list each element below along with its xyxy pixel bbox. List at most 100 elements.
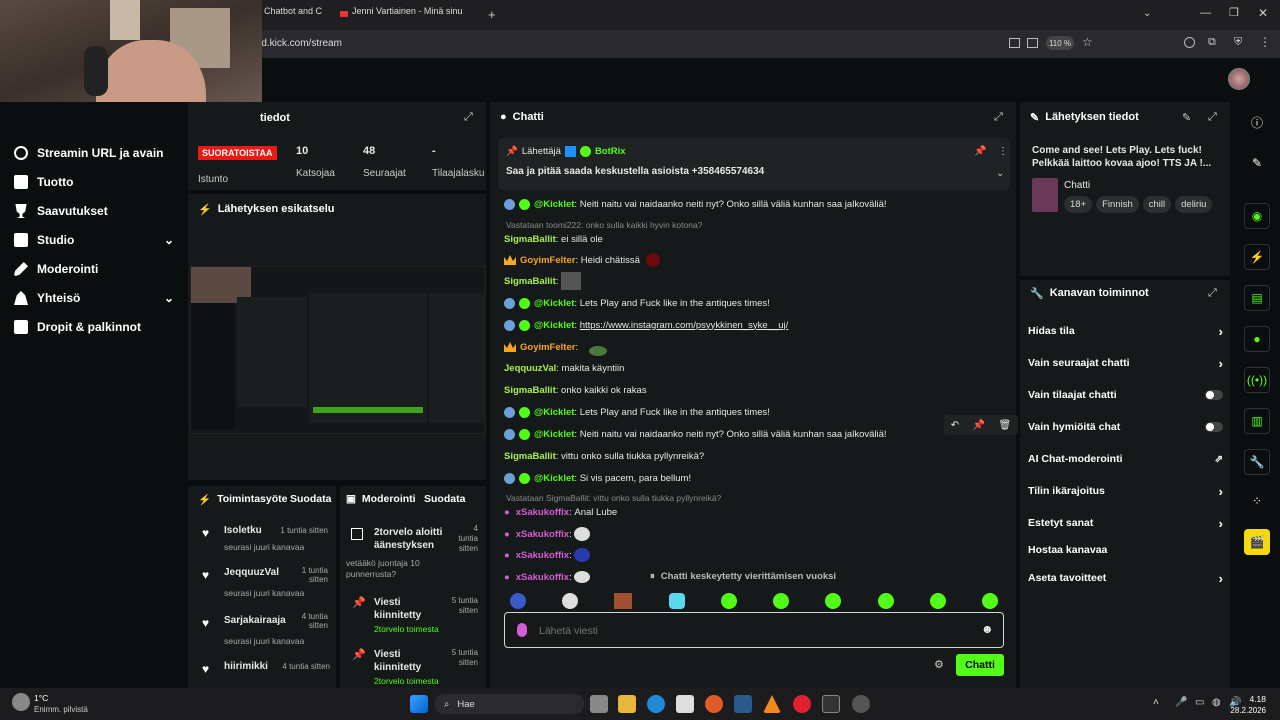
nav-saavutukset[interactable]: Saavutukset (14, 200, 108, 222)
action-blocked-words[interactable]: Estetyt sanat › (1028, 512, 1223, 534)
chat-user[interactable]: @Kicklet (534, 298, 574, 309)
obs-icon[interactable] (852, 695, 870, 713)
chat-message[interactable]: @Kicklet: Lets Play and Fuck like in the… (504, 403, 770, 421)
minimize-icon[interactable]: — (1200, 7, 1211, 19)
emote-icon[interactable] (981, 593, 998, 609)
chat-message[interactable]: ● xSakukoffix: Anal Lube (504, 503, 617, 521)
bookmark-star-icon[interactable]: ☆ (1082, 35, 1093, 49)
chat-user[interactable]: SigmaBallit (504, 234, 556, 245)
popout-icon[interactable]: ⤢ (464, 111, 473, 124)
extensions-icon[interactable]: ⧉ (1208, 36, 1216, 49)
layout-icon[interactable]: ▥ (1244, 408, 1270, 434)
steam-icon[interactable] (734, 695, 752, 713)
more-icon[interactable]: ⋮ (482, 493, 486, 504)
reader-icon[interactable] (1027, 38, 1038, 48)
chat-user[interactable]: @Kicklet (534, 407, 574, 418)
activity-item[interactable]: ♥ Isoletku 1 tuntia sitten seurasi juuri… (198, 522, 332, 568)
category-label[interactable]: Chatti (1064, 180, 1090, 191)
unpin-icon[interactable]: 📌 (974, 146, 986, 157)
chat-message[interactable]: @Kicklet: Si vis pacem, para bellum! (504, 469, 691, 487)
camera-icon[interactable]: ◉ (1244, 203, 1270, 229)
pinned-user[interactable]: BotRix (595, 146, 626, 157)
mic-icon[interactable] (517, 623, 527, 637)
tray-network-icon[interactable]: ◍ (1212, 697, 1221, 708)
popout-icon[interactable]: ⤢ (1208, 111, 1217, 124)
new-tab-button[interactable]: + (488, 7, 496, 22)
chat-user[interactable]: xSakukoffix (516, 507, 569, 518)
chat-user[interactable]: @Kicklet (534, 320, 574, 331)
chat-message[interactable]: GoyimFelter: Heidi chätissä (504, 251, 660, 269)
close-icon[interactable]: ✕ (1258, 6, 1268, 20)
activity-user[interactable]: Sarjakairaaja (224, 615, 286, 626)
emote-icon[interactable] (720, 593, 737, 609)
activity-item[interactable]: ♥ Sarjakairaaja 4 tuntia sitten seurasi … (198, 612, 332, 660)
chat-user[interactable]: xSakukoffix (516, 572, 569, 583)
action-slow-mode[interactable]: Hidas tila › (1028, 320, 1223, 342)
stream-preview-video[interactable] (190, 266, 486, 434)
chat-message[interactable]: SigmaBallit: (504, 272, 582, 290)
chat-user[interactable]: @Kicklet (534, 429, 574, 440)
moderation-item[interactable]: 📌 Viesti kiinnitetty 5 tuntia sitten 2to… (340, 646, 486, 688)
clapper-icon[interactable]: 🎬 (1244, 529, 1270, 555)
settings-gear-icon[interactable]: ⚙ (934, 658, 944, 671)
popout-icon[interactable]: ⤢ (1208, 287, 1217, 300)
action-set-goals[interactable]: Aseta tavoitteet › (1028, 567, 1223, 589)
action-ai-moderation[interactable]: AI Chat-moderointi ⇗ (1028, 448, 1223, 470)
apps-icon[interactable]: ⁘ (1244, 488, 1270, 514)
emote-icon[interactable] (614, 593, 633, 609)
reply-icon[interactable]: ↶ (951, 420, 959, 431)
emote-icon[interactable] (929, 593, 946, 609)
chat-user[interactable]: GoyimFelter (520, 255, 575, 266)
chat-message[interactable]: GoyimFelter: (504, 338, 607, 356)
chat-message[interactable]: @Kicklet: https://www.instagram.com/psyy… (504, 316, 788, 334)
edit-icon[interactable]: ✎ (1244, 150, 1270, 176)
chat-paused-banner[interactable]: ⏸ Chatti keskeytetty vierittämisen vuoksi (650, 571, 836, 582)
weather-icon[interactable] (12, 693, 30, 711)
activity-user[interactable]: Isoletku (224, 525, 262, 536)
emoji-icon[interactable]: ☻ (981, 622, 994, 636)
activity-user[interactable]: JeqquuzVal (224, 567, 279, 578)
chat-user[interactable]: SigmaBallit (504, 451, 556, 462)
nav-yhteiso[interactable]: Yhteisö ⌄ (14, 287, 174, 309)
broadcast-icon[interactable]: ((•)) (1244, 367, 1270, 393)
chat-user[interactable]: @Kicklet (534, 199, 574, 210)
chat-user[interactable]: SigmaBallit (504, 385, 556, 396)
chat-input[interactable] (539, 621, 959, 641)
action-host-channel[interactable]: Hostaa kanavaa (1028, 539, 1223, 561)
store-icon[interactable] (676, 695, 694, 713)
file-explorer-icon[interactable] (618, 695, 636, 713)
nav-stream-url[interactable]: Streamin URL ja avain (14, 142, 164, 164)
chat-message[interactable]: ● xSakukoffix: (504, 568, 591, 586)
subs-only-toggle[interactable] (1205, 390, 1223, 400)
shield-icon[interactable]: ⛨ (1234, 36, 1242, 49)
action-emote-only[interactable]: Vain hymiöitä chat (1028, 416, 1223, 438)
url-field[interactable]: rd.kick.com/stream (258, 38, 342, 49)
moderation-item[interactable]: 📌 Viesti kiinnitetty 5 tuntia sitten 2to… (340, 594, 486, 638)
task-view-icon[interactable] (590, 695, 608, 713)
browser-tab-jenni[interactable]: Jenni Vartiainen - Minä sinua va (352, 6, 462, 26)
chat-message[interactable]: @Kicklet: Neiti naitu vai naidaanko neit… (504, 425, 887, 443)
chat-input-box[interactable]: ☻ (504, 612, 1004, 648)
emote-icon[interactable] (773, 593, 790, 609)
chat-user[interactable]: JeqquuzVal (504, 363, 556, 374)
zoom-badge[interactable]: 110 % (1046, 36, 1074, 50)
category-thumbnail[interactable] (1032, 178, 1058, 212)
action-followers-only[interactable]: Vain seuraajat chatti › (1028, 352, 1223, 374)
emote-icon[interactable] (510, 593, 526, 609)
action-subscribers-only[interactable]: Vain tilaajat chatti (1028, 384, 1223, 406)
account-icon[interactable] (1184, 37, 1195, 48)
chat-message[interactable]: SigmaBallit: ei sillä ole (504, 230, 603, 248)
nav-dropit[interactable]: Dropit & palkinnot (14, 316, 141, 338)
chat-user[interactable]: GoyimFelter (520, 342, 575, 353)
emote-icon[interactable] (877, 593, 894, 609)
nav-tuotto[interactable]: Tuotto (14, 171, 73, 193)
pinned-message[interactable]: 📌 Lähettäjä BotRix 📌 ⋮ Saa ja pitää saad… (498, 138, 1010, 190)
opera-icon[interactable] (793, 695, 811, 713)
edit-pencil-icon[interactable]: ✎ (1182, 111, 1191, 124)
tag[interactable]: Finnish (1096, 196, 1139, 213)
document-icon[interactable]: ▤ (1244, 285, 1270, 311)
chat-message[interactable]: SigmaBallit: vittu onko sulla tiukka pyl… (504, 447, 704, 465)
info-icon[interactable]: ⓘ (1244, 109, 1270, 135)
tray-chevron-icon[interactable]: ˄ (1153, 697, 1159, 708)
firefox-icon[interactable] (705, 695, 723, 713)
